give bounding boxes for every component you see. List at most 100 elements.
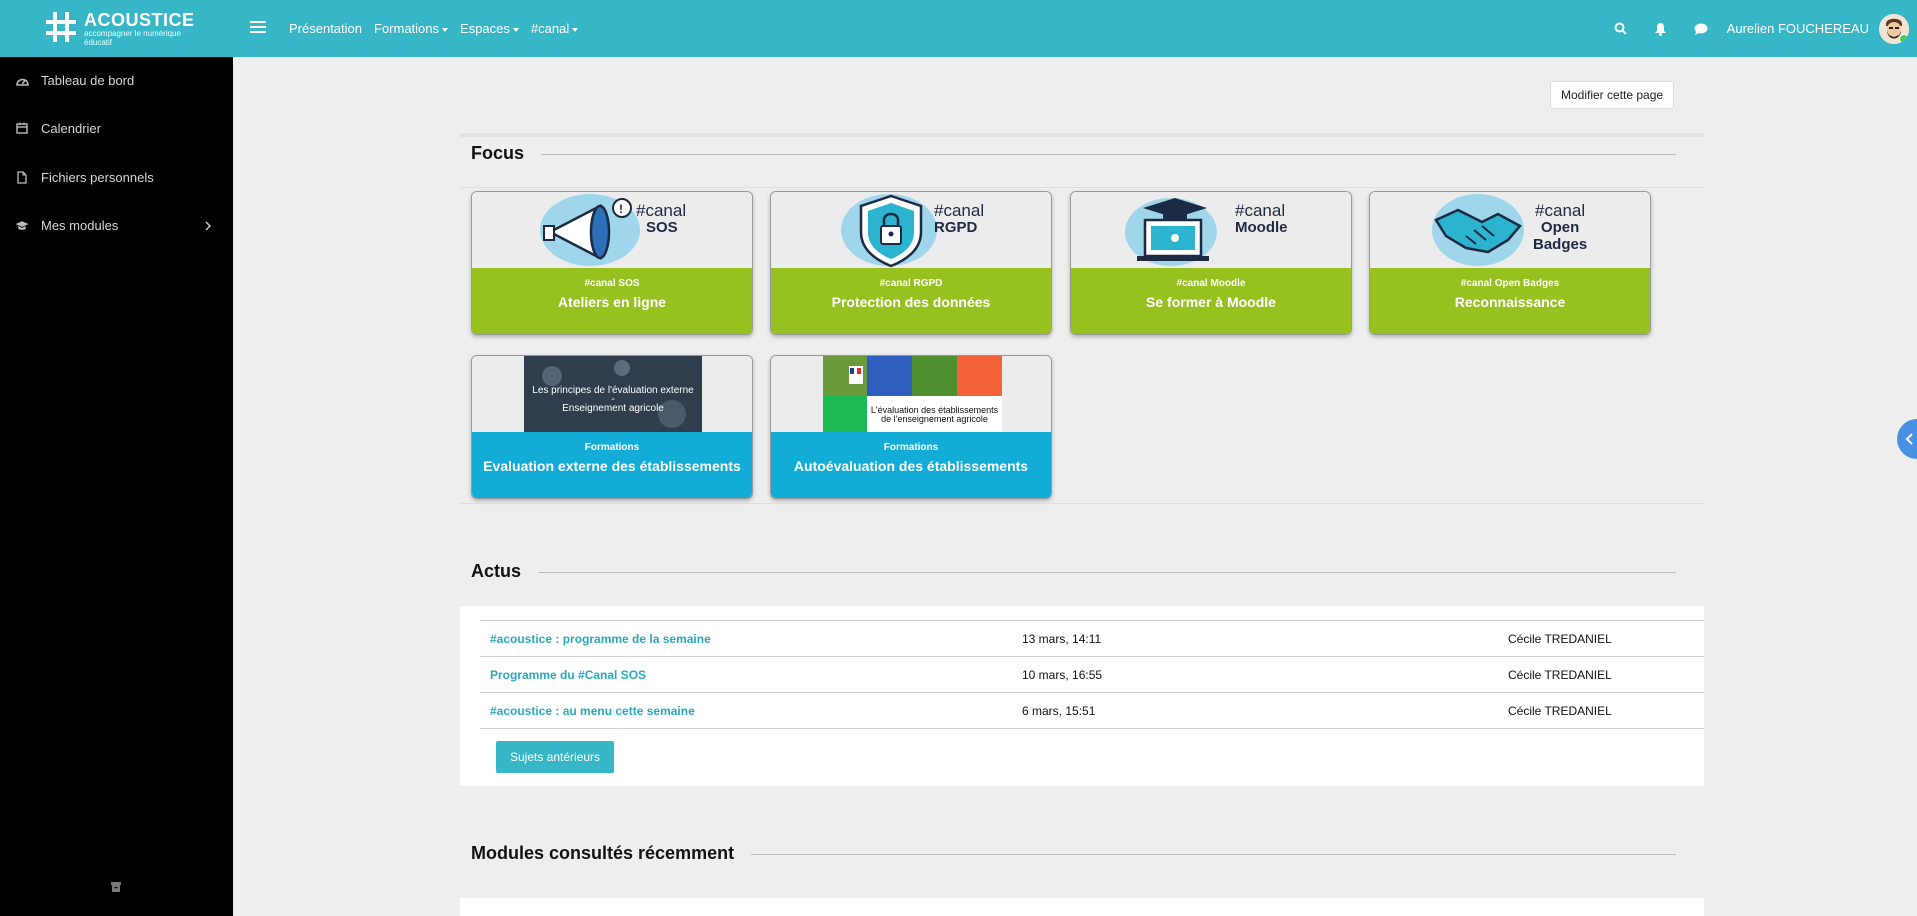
sidebar-item-label: Fichiers personnels xyxy=(41,169,154,185)
caret-down-icon xyxy=(442,27,449,32)
edit-page-button[interactable]: Modifier cette page xyxy=(1550,81,1675,109)
modules-panel xyxy=(460,898,1704,916)
user-menu[interactable]: Aurelien FOUCHEREAU xyxy=(1727,21,1869,36)
menu-toggle-icon[interactable] xyxy=(250,18,266,38)
actus-link[interactable]: #acoustice : au menu cette semaine xyxy=(480,692,1022,729)
drawer-toggle-button[interactable] xyxy=(1897,419,1917,459)
brand-tagline: accompagner le numérique éducatif xyxy=(84,29,181,47)
caret-down-icon xyxy=(512,27,519,32)
actus-date: 10 mars, 16:55 xyxy=(1022,656,1508,693)
shield-lock-icon xyxy=(841,194,937,268)
section-divider xyxy=(460,187,1704,188)
section-divider xyxy=(541,154,1676,155)
card-image-label: #canal RGPD xyxy=(934,201,985,236)
focus-card-open-badges[interactable]: #canal Open Badges #canal Open Badges Re… xyxy=(1369,191,1651,335)
main-content: Modifier cette page Focus ! #canal SOS #… xyxy=(233,57,1917,916)
card-tag: Formations xyxy=(883,442,939,453)
brand-name: ACOUSTICE xyxy=(84,10,195,30)
card-title: Se former à Moodle xyxy=(1146,294,1276,310)
avatar[interactable] xyxy=(1879,13,1909,44)
actus-date: 6 mars, 15:51 xyxy=(1022,692,1508,729)
card-tag: #canal SOS xyxy=(584,278,640,289)
card-image: Les principes de l'évaluation externe - … xyxy=(472,356,752,432)
older-topics-button[interactable]: Sujets antérieurs xyxy=(496,741,615,773)
archive-icon[interactable] xyxy=(110,880,122,892)
sidebar-item-dashboard[interactable]: Tableau de bord xyxy=(0,60,233,100)
card-tag: #canal Moodle xyxy=(1176,278,1246,289)
focus-card-moodle[interactable]: #canal Moodle #canal Moodle Se former à … xyxy=(1070,191,1352,335)
nav-espaces[interactable]: Espaces xyxy=(460,21,519,36)
card-image-caption: Les principes de l'évaluation externe - … xyxy=(532,385,694,414)
actus-date: 13 mars, 14:11 xyxy=(1022,620,1508,657)
handshake-icon xyxy=(1432,194,1524,266)
main-menu: Présentation Formations Espaces #canal xyxy=(289,0,579,57)
focus-card-evaluation-externe[interactable]: Les principes de l'évaluation externe - … xyxy=(471,355,753,499)
table-row: #acoustice : au menu cette semaine 6 mar… xyxy=(480,692,1704,729)
table-row: #acoustice : programme de la semaine 13 … xyxy=(480,620,1704,657)
graduation-cap-icon xyxy=(15,218,29,232)
chevron-left-icon xyxy=(1905,433,1913,445)
actus-author: Cécile TREDANIEL xyxy=(1508,620,1704,657)
card-band: #canal Moodle Se former à Moodle xyxy=(1071,268,1351,334)
actus-author: Cécile TREDANIEL xyxy=(1508,656,1704,693)
file-icon xyxy=(15,170,29,184)
laptop-graduation-icon xyxy=(1125,198,1217,266)
top-navbar: ACOUSTICE accompagner le numérique éduca… xyxy=(0,0,1917,57)
chevron-right-icon xyxy=(205,219,212,234)
card-title: Protection des données xyxy=(831,294,991,310)
focus-card-autoevaluation[interactable]: L'évaluation des établissements de l'ens… xyxy=(770,355,1052,499)
sidebar-item-label: Calendrier xyxy=(41,120,101,136)
section-divider xyxy=(460,503,1704,504)
card-image: ! #canal SOS xyxy=(472,192,752,268)
card-image: #canal Moodle xyxy=(1071,192,1351,268)
card-title: Autoévaluation des établissements xyxy=(793,458,1029,474)
card-band: #canal SOS Ateliers en ligne xyxy=(472,268,752,334)
actus-title: Actus xyxy=(471,561,522,581)
card-band: #canal Open Badges Reconnaissance xyxy=(1370,268,1650,334)
svg-text:!: ! xyxy=(619,202,623,216)
card-band: #canal RGPD Protection des données xyxy=(771,268,1051,334)
chat-icon[interactable] xyxy=(1693,21,1709,37)
calendar-icon xyxy=(15,121,29,135)
card-title: Ateliers en ligne xyxy=(557,294,667,310)
navbar-right: Aurelien FOUCHEREAU xyxy=(1601,0,1917,57)
actus-link[interactable]: #acoustice : programme de la semaine xyxy=(480,620,1022,657)
sidebar-item-modules[interactable]: Mes modules xyxy=(0,205,233,245)
actus-author: Cécile TREDANIEL xyxy=(1508,692,1704,729)
nav-presentation[interactable]: Présentation xyxy=(289,21,362,36)
modules-title: Modules consultés récemment xyxy=(471,843,735,863)
hash-logo-icon xyxy=(46,12,76,42)
card-image: #canal Open Badges xyxy=(1370,192,1650,268)
focus-card-sos[interactable]: ! #canal SOS #canal SOS Ateliers en lign… xyxy=(471,191,753,335)
card-tag: Formations xyxy=(584,442,640,453)
card-image: L'évaluation des établissements de l'ens… xyxy=(771,356,1051,432)
nav-canal[interactable]: #canal xyxy=(531,21,579,36)
site-logo[interactable]: ACOUSTICE accompagner le numérique éduca… xyxy=(44,8,194,50)
card-title: Reconnaissance xyxy=(1454,294,1566,310)
section-divider xyxy=(539,572,1676,573)
sidebar-item-label: Tableau de bord xyxy=(41,72,135,88)
megaphone-icon: ! xyxy=(540,194,640,266)
sidebar-item-label: Mes modules xyxy=(41,217,119,233)
focus-card-rgpd[interactable]: #canal RGPD #canal RGPD Protection des d… xyxy=(770,191,1052,335)
search-icon[interactable] xyxy=(1613,21,1629,37)
actus-table: #acoustice : programme de la semaine 13 … xyxy=(480,620,1704,729)
card-title: Evaluation externe des établissements xyxy=(483,458,741,474)
focus-title: Focus xyxy=(471,143,525,163)
sidebar-item-calendar[interactable]: Calendrier xyxy=(0,108,233,148)
card-image-caption: L'évaluation des établissements de l'ens… xyxy=(870,405,999,424)
dashboard-icon xyxy=(15,73,29,87)
sidebar-item-files[interactable]: Fichiers personnels xyxy=(0,157,233,197)
actus-link[interactable]: Programme du #Canal SOS xyxy=(480,656,1022,693)
bell-icon[interactable] xyxy=(1653,21,1669,37)
sidebar: Tableau de bord Calendrier Fichiers pers… xyxy=(0,57,233,916)
card-image: #canal RGPD xyxy=(771,192,1051,268)
card-image-label: #canal Moodle xyxy=(1235,201,1288,236)
card-image-label: #canal SOS xyxy=(636,201,687,236)
caret-down-icon xyxy=(572,27,579,32)
actus-panel: #acoustice : programme de la semaine 13 … xyxy=(460,606,1704,786)
nav-formations[interactable]: Formations xyxy=(374,21,449,36)
card-image-label: #canal Open Badges xyxy=(1533,201,1588,253)
card-tag: #canal RGPD xyxy=(879,278,943,289)
section-divider xyxy=(751,854,1676,855)
